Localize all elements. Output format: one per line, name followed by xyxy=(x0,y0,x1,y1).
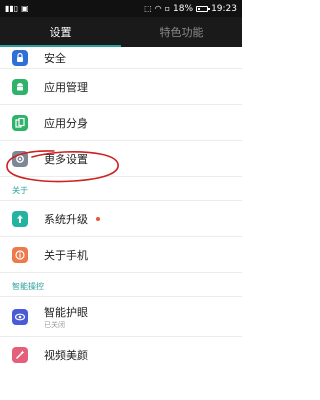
signal-icon: ▮▮▯ xyxy=(5,3,19,13)
wand-icon xyxy=(12,347,28,363)
settings-item-more-settings-label: 更多设置 xyxy=(44,152,88,166)
section-header-smart-control: 智能操控 xyxy=(0,273,242,297)
vibrate-icon: ⬚ xyxy=(144,3,152,13)
tab-special-features[interactable]: 特色功能 xyxy=(121,17,242,47)
settings-item-app-clone[interactable]: 应用分身 xyxy=(0,105,242,141)
settings-item-video-beauty-label: 视频美颜 xyxy=(44,349,88,362)
settings-item-security[interactable]: 安全 xyxy=(0,47,242,69)
settings-list: 安全 应用管理 应用分身 更多设置 关于 系统升级 关于手机 智能操控 智能护眼… xyxy=(0,47,242,373)
settings-item-eye-care[interactable]: 智能护眼 已关闭 xyxy=(0,297,242,337)
settings-item-video-beauty[interactable]: 视频美颜 xyxy=(0,337,242,373)
battery-fill xyxy=(198,7,201,10)
sim-icon: ▫ xyxy=(164,3,171,13)
gear-icon xyxy=(12,150,28,167)
settings-item-app-management[interactable]: 应用管理 xyxy=(0,69,242,105)
settings-item-system-update-label: 系统升级 xyxy=(44,212,88,226)
clock: 19:23 xyxy=(211,3,237,14)
settings-item-app-management-label: 应用管理 xyxy=(44,80,88,94)
tab-special-features-label: 特色功能 xyxy=(159,26,204,39)
upgrade-icon xyxy=(12,210,28,227)
status-left: ▮▮▯ ▣ xyxy=(5,4,29,14)
section-smart-label: 智能操控 xyxy=(12,282,44,291)
tab-bar: 设置 特色功能 xyxy=(0,17,242,47)
shield-icon xyxy=(12,50,28,66)
eye-icon xyxy=(12,308,28,325)
settings-item-system-update[interactable]: 系统升级 xyxy=(0,201,242,237)
status-right: ⬚ ◠ ▫ 18% 19:23 xyxy=(144,4,237,14)
settings-item-security-label: 安全 xyxy=(44,51,66,65)
tab-settings-label: 设置 xyxy=(49,26,72,39)
status-bar: ▮▮▯ ▣ ⬚ ◠ ▫ 18% 19:23 xyxy=(0,0,242,17)
settings-item-more-settings[interactable]: 更多设置 xyxy=(0,141,242,177)
battery-icon xyxy=(196,5,211,12)
android-icon xyxy=(12,78,28,95)
section-about-label: 关于 xyxy=(12,186,28,195)
wifi-icon: ◠ xyxy=(154,3,162,13)
battery-percent: 18% xyxy=(173,3,194,14)
eye-care-status: 已关闭 xyxy=(44,321,65,329)
clone-icon xyxy=(12,114,28,131)
info-icon xyxy=(12,246,28,263)
section-header-about: 关于 xyxy=(0,177,242,201)
settings-item-about-phone[interactable]: 关于手机 xyxy=(0,237,242,273)
image-icon: ▣ xyxy=(21,3,29,13)
settings-item-eye-care-label: 智能护眼 xyxy=(44,306,88,319)
settings-item-about-phone-label: 关于手机 xyxy=(44,248,88,262)
settings-item-app-clone-label: 应用分身 xyxy=(44,116,88,130)
tab-settings[interactable]: 设置 xyxy=(0,17,121,47)
update-badge-dot xyxy=(96,217,100,221)
